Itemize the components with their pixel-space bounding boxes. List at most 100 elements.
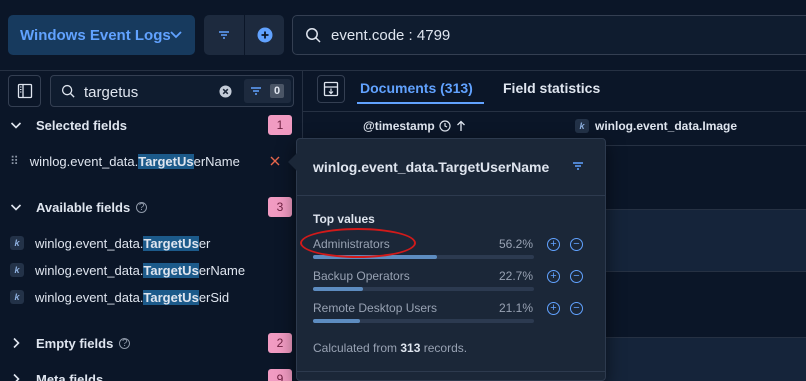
chevron-down-icon [10, 119, 24, 131]
divider [297, 371, 605, 372]
top-value-label: Remote Desktop Users [313, 301, 438, 315]
available-count-badge: 3 [268, 197, 292, 217]
top-value-percent: 21.1% [499, 301, 534, 315]
top-value-label: Backup Operators [313, 269, 410, 283]
chevron-down-icon [10, 201, 24, 213]
top-value-row: Backup Operators 22.7% + − [313, 269, 595, 295]
panel-toggle-icon [323, 81, 339, 97]
top-value-bar [313, 255, 534, 259]
field-search-text: targetus [84, 84, 139, 101]
toggle-chart-button[interactable] [317, 75, 345, 103]
top-value-label: Administrators [313, 237, 390, 251]
selected-fields-header[interactable]: Selected fields 1 [10, 113, 294, 137]
clock-icon [439, 120, 451, 132]
available-field-item[interactable]: k winlog.event_data. TargetUs er [10, 232, 294, 254]
top-value-percent: 56.2% [499, 237, 534, 251]
plus-circle-icon [257, 27, 272, 43]
sidebar-toggle-icon [17, 83, 32, 99]
field-name-prefix: winlog.event_data. [35, 262, 144, 278]
top-value-bar-fill [313, 287, 364, 291]
help-icon[interactable]: ? [119, 337, 131, 349]
field-search-input[interactable]: targetus 0 [50, 75, 294, 107]
field-name-suffix: er [198, 235, 211, 251]
filter-button-group [204, 15, 284, 55]
filter-out-value-icon[interactable]: − [570, 238, 583, 251]
section-label: Available fields [36, 199, 131, 215]
section-label: Selected fields [36, 117, 128, 133]
drag-handle-icon[interactable]: ⠿ [10, 154, 19, 168]
popover-arrow [288, 153, 297, 171]
top-values-heading: Top values [313, 212, 375, 226]
field-name-match: TargetUs [138, 153, 194, 169]
section-label: Meta fields [36, 371, 104, 381]
available-fields-header[interactable]: Available fields ? 3 [10, 195, 294, 219]
filter-for-value-icon[interactable]: + [547, 302, 560, 315]
field-name-suffix: erSid [198, 289, 230, 305]
help-icon[interactable]: ? [136, 201, 148, 213]
empty-fields-header[interactable]: Empty fields ? 2 [10, 331, 294, 355]
filter-count-badge: 0 [270, 84, 285, 98]
active-tab-indicator [357, 102, 484, 104]
search-icon [61, 84, 75, 98]
footnote-prefix: Calculated from [313, 341, 401, 355]
field-name-match: TargetUs [143, 262, 199, 278]
selected-field-item[interactable]: ⠿ winlog.event_data. TargetUs erName [10, 150, 294, 172]
top-value-row: Administrators 56.2% + − [313, 237, 595, 263]
selected-count-badge: 1 [268, 115, 292, 135]
top-value-bar [313, 287, 534, 291]
dataview-picker-button[interactable]: Windows Event Logs [8, 15, 195, 55]
filter-out-value-icon[interactable]: − [570, 302, 583, 315]
divider [297, 195, 605, 196]
column-header-image[interactable]: k winlog.event_data.Image [575, 119, 737, 133]
section-label: Empty fields [36, 335, 114, 351]
filter-icon [251, 87, 261, 95]
top-value-row: Remote Desktop Users 21.1% + − [313, 301, 595, 327]
column-header-timestamp[interactable]: @timestamp [363, 119, 467, 133]
top-bar: Windows Event Logs event.code : 4799 [0, 0, 806, 70]
tab-documents[interactable]: Documents (313) [360, 80, 473, 96]
keyword-type-icon: k [10, 263, 24, 277]
empty-count-badge: 2 [268, 333, 292, 353]
filter-for-value-icon[interactable]: + [547, 238, 560, 251]
clear-icon[interactable] [219, 85, 232, 98]
record-count: 313 [400, 341, 421, 355]
dataview-label: Windows Event Logs [20, 26, 171, 44]
filter-icon[interactable] [572, 161, 584, 171]
column-label: @timestamp [363, 119, 435, 133]
meta-count-badge: 9 [268, 369, 292, 381]
chevron-down-icon [169, 27, 183, 45]
field-name-suffix: erName [198, 262, 246, 278]
chevron-right-icon [10, 337, 24, 349]
keyword-type-icon: k [10, 290, 24, 304]
top-value-bar-fill [313, 319, 360, 323]
sort-ascending-icon [456, 120, 465, 131]
filter-for-value-icon[interactable]: + [547, 270, 560, 283]
filter-icon [219, 31, 229, 39]
available-field-item[interactable]: k winlog.event_data. TargetUs erSid [10, 286, 294, 308]
add-filter-button[interactable] [244, 15, 284, 55]
field-list-sidebar: targetus 0 Selected fields 1 ⠿ winlog.ev… [0, 70, 302, 381]
field-name-prefix: winlog.event_data. [29, 153, 139, 169]
query-input[interactable]: event.code : 4799 [292, 15, 806, 55]
collapse-sidebar-button[interactable] [8, 75, 41, 107]
top-value-bar [313, 319, 534, 323]
available-field-item[interactable]: k winlog.event_data. TargetUs erName [10, 259, 294, 281]
meta-fields-header[interactable]: Meta fields 9 [10, 367, 294, 381]
query-text: event.code : 4799 [331, 26, 451, 44]
filter-out-value-icon[interactable]: − [570, 270, 583, 283]
top-value-percent: 22.7% [499, 269, 534, 283]
keyword-type-icon: k [575, 119, 589, 133]
field-name-match: TargetUs [143, 289, 199, 305]
field-name-prefix: winlog.event_data. [35, 289, 144, 305]
tab-field-statistics[interactable]: Field statistics [503, 80, 600, 96]
field-name-match: TargetUs [143, 235, 199, 251]
filter-menu-button[interactable] [204, 15, 244, 55]
remove-field-icon[interactable] [270, 156, 280, 166]
footnote-suffix: records. [420, 341, 468, 355]
field-type-filter-button[interactable]: 0 [244, 79, 291, 103]
top-value-bar-fill [313, 255, 438, 259]
grid-header: @timestamp k winlog.event_data.Image [303, 111, 806, 141]
keyword-type-icon: k [10, 236, 24, 250]
column-label: winlog.event_data.Image [595, 119, 738, 133]
records-footnote: Calculated from 313 records. [313, 341, 467, 355]
